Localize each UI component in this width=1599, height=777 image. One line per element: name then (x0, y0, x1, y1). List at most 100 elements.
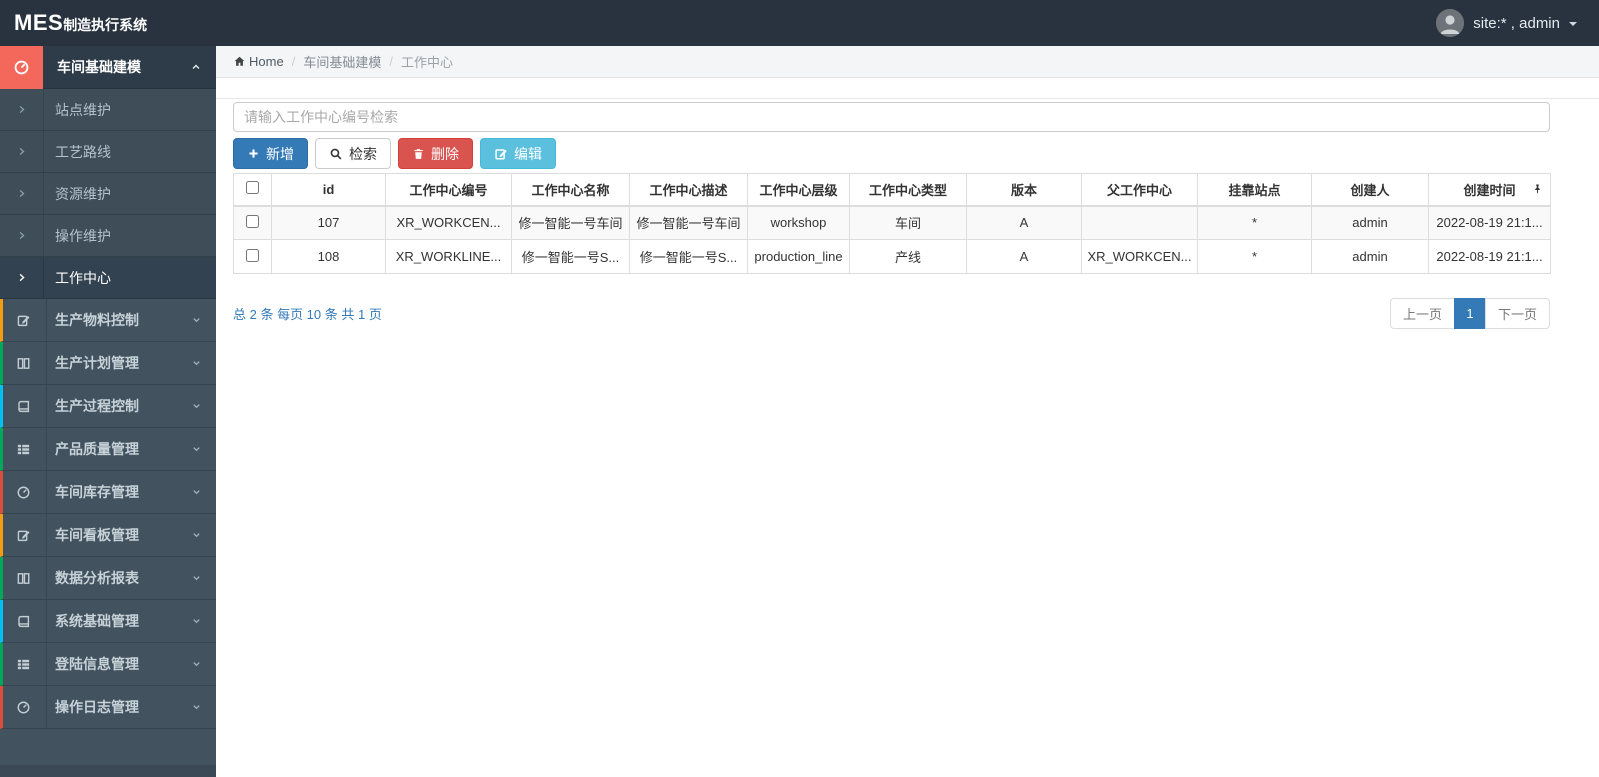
work-center-panel: 新增 检索 删除 编辑 (216, 98, 1599, 329)
cell-station: * (1197, 205, 1312, 240)
delete-button-label: 删除 (431, 145, 459, 162)
cell-desc: 修一智能一号车间 (629, 205, 748, 240)
add-button[interactable]: 新增 (233, 138, 308, 169)
sidebar-subitem-site-maintenance[interactable]: 站点维护 (0, 89, 216, 131)
next-page-button[interactable]: 下一页 (1484, 298, 1550, 329)
breadcrumb-section-link[interactable]: 车间基础建模 (303, 52, 381, 71)
pagination-row: 总 2 条 每页 10 条 共 1 页 上一页 1 下一页 (233, 298, 1550, 329)
column-header-parent[interactable]: 父工作中心 (1081, 173, 1198, 207)
column-header-created-label: 创建时间 (1463, 182, 1516, 198)
sidebar-subitem-process-route[interactable]: 工艺路线 (0, 131, 216, 173)
cell-type: 车间 (849, 205, 967, 240)
book-icon (3, 614, 43, 629)
column-header-desc[interactable]: 工作中心描述 (629, 173, 748, 207)
cell-version: A (966, 205, 1082, 240)
chevron-down-icon (191, 487, 202, 498)
search-input[interactable] (233, 102, 1550, 132)
breadcrumb-current: 工作中心 (400, 55, 453, 70)
cell-creator: admin (1311, 239, 1429, 274)
chevron-down-icon (191, 444, 202, 455)
cell-type: 产线 (849, 239, 967, 274)
columns-icon (3, 571, 43, 586)
table-row[interactable]: 107 XR_WORKCEN... 修一智能一号车间 修一智能一号车间 work… (233, 205, 1551, 240)
breadcrumb-separator: / (389, 54, 393, 69)
pin-icon[interactable] (1532, 183, 1543, 195)
logo-text-rest: 制造执行系统 (63, 17, 148, 33)
prev-page-button[interactable]: 上一页 (1389, 298, 1455, 329)
column-header-creator[interactable]: 创建人 (1311, 173, 1429, 207)
column-header-version[interactable]: 版本 (966, 173, 1082, 207)
sidebar-subitem-resource-maintenance[interactable]: 资源维护 (0, 173, 216, 215)
sidebar-item-quality-management[interactable]: 产品质量管理 (0, 428, 216, 471)
sidebar-item-label: 操作日志管理 (55, 699, 139, 715)
column-header-name[interactable]: 工作中心名称 (511, 173, 630, 207)
sidebar-item-label: 车间库存管理 (55, 484, 139, 500)
column-header-station[interactable]: 挂靠站点 (1197, 173, 1312, 207)
trash-icon (414, 148, 423, 159)
chevron-right-icon (0, 272, 43, 283)
sidebar-item-login-info-management[interactable]: 登陆信息管理 (0, 643, 216, 686)
sidebar-subitem-label: 工作中心 (55, 269, 111, 286)
delete-button[interactable]: 删除 (398, 138, 473, 169)
cell-version: A (966, 239, 1082, 274)
sidebar-item-operation-log-management[interactable]: 操作日志管理 (0, 686, 216, 729)
breadcrumb-home-link[interactable]: Home (233, 54, 284, 69)
chevron-right-icon (0, 104, 43, 115)
pagination-summary: 总 2 条 每页 10 条 共 1 页 (233, 307, 382, 322)
toolbar: 新增 检索 删除 编辑 (233, 138, 1550, 169)
sidebar-item-label: 生产过程控制 (55, 398, 139, 414)
sidebar: 车间基础建模 站点维护 工艺路线 资源维护 操作维护 工作中心 生产物料控制 生… (0, 45, 216, 777)
chevron-down-icon (191, 401, 202, 412)
user-label: site:* , admin (1473, 14, 1560, 32)
search-icon (330, 148, 342, 159)
sidebar-item-inventory-management[interactable]: 车间库存管理 (0, 471, 216, 514)
sidebar-item-plan-management[interactable]: 生产计划管理 (0, 342, 216, 385)
column-header-level[interactable]: 工作中心层级 (747, 173, 850, 207)
sidebar-subitem-work-center[interactable]: 工作中心 (0, 257, 216, 299)
cell-id: 108 (271, 239, 386, 274)
sidebar-item-material-control[interactable]: 生产物料控制 (0, 299, 216, 342)
cell-created: 2022-08-19 21:1... (1428, 205, 1551, 240)
sidebar-item-system-management[interactable]: 系统基础管理 (0, 600, 216, 643)
edit-icon (3, 528, 43, 543)
search-button[interactable]: 检索 (315, 138, 391, 169)
sidebar-subitem-label: 资源维护 (55, 185, 111, 202)
edit-icon (3, 313, 43, 328)
dashboard-icon (0, 45, 43, 89)
edit-icon (495, 148, 507, 159)
edit-button[interactable]: 编辑 (480, 138, 556, 169)
cell-station: * (1197, 239, 1312, 274)
row-checkbox[interactable] (246, 248, 259, 262)
logo-text-bold: MES (14, 10, 64, 35)
sidebar-item-label: 产品质量管理 (55, 441, 139, 457)
column-header-type[interactable]: 工作中心类型 (849, 173, 967, 207)
app-logo: MES 制造执行系统 (0, 10, 147, 36)
chevron-down-icon (191, 358, 202, 369)
cell-code: XR_WORKLINE... (385, 239, 512, 274)
list-icon (3, 442, 43, 457)
sidebar-item-process-control[interactable]: 生产过程控制 (0, 385, 216, 428)
cell-id: 107 (271, 205, 386, 240)
edit-button-label: 编辑 (514, 145, 542, 162)
sidebar-item-kanban-management[interactable]: 车间看板管理 (0, 514, 216, 557)
column-header-created[interactable]: 创建时间 (1428, 173, 1551, 207)
chevron-down-icon (191, 315, 202, 326)
current-page-button[interactable]: 1 (1453, 298, 1486, 329)
cell-desc: 修一智能一号S... (629, 239, 748, 274)
chevron-right-icon (0, 188, 43, 199)
sidebar-subitem-operation-maintenance[interactable]: 操作维护 (0, 215, 216, 257)
sidebar-item-data-analysis-reports[interactable]: 数据分析报表 (0, 557, 216, 600)
sidebar-item-label: 生产物料控制 (55, 312, 139, 328)
table-row[interactable]: 108 XR_WORKLINE... 修一智能一号S... 修一智能一号S...… (233, 239, 1551, 274)
sidebar-item-workshop-modeling[interactable]: 车间基础建模 (0, 45, 216, 89)
column-header-code[interactable]: 工作中心编号 (385, 173, 512, 207)
row-checkbox[interactable] (246, 214, 259, 228)
user-menu[interactable]: site:* , admin (1436, 9, 1599, 37)
column-header-id[interactable]: id (271, 173, 386, 207)
dashboard-icon (3, 700, 43, 715)
add-button-label: 新增 (266, 145, 294, 162)
chevron-down-icon (191, 530, 202, 541)
breadcrumb-separator: / (291, 54, 296, 69)
select-all-checkbox[interactable] (246, 181, 259, 195)
chevron-right-icon (0, 146, 43, 157)
